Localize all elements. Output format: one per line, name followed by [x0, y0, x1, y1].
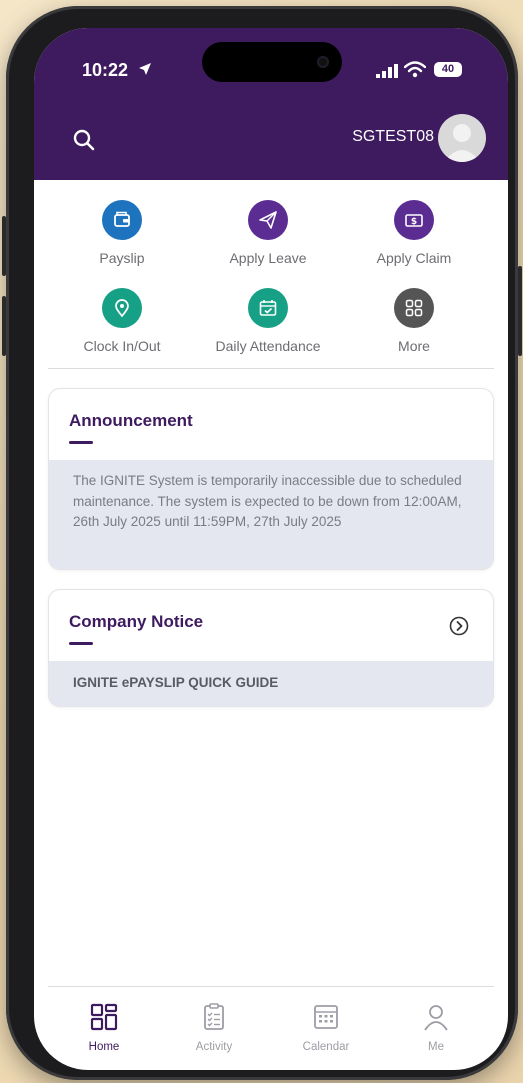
- tab-label: Me: [428, 1041, 444, 1053]
- announcement-body: The IGNITE System is temporarily inacces…: [49, 460, 493, 569]
- quick-action-label: More: [398, 338, 430, 354]
- svg-text:$: $: [411, 217, 417, 227]
- calendar-icon: [314, 1005, 338, 1029]
- location-arrow-icon: [139, 63, 151, 75]
- company-notice-card: Company Notice IGNITE ePAYSLIP QUICK GUI…: [48, 589, 494, 707]
- tab-calendar[interactable]: Calendar: [286, 1002, 366, 1053]
- quick-action-label: Payslip: [99, 250, 145, 266]
- quick-action-label: Clock In/Out: [83, 338, 161, 354]
- quick-action-daily-attendance[interactable]: Daily Attendance: [198, 288, 338, 354]
- tab-label: Calendar: [302, 1041, 350, 1053]
- camera-icon: [317, 56, 329, 68]
- chevron-right-circle-icon[interactable]: [449, 616, 469, 636]
- section-divider: [48, 368, 494, 369]
- money-icon: $: [394, 200, 434, 240]
- avatar[interactable]: [438, 114, 486, 162]
- company-notice-list: IGNITE ePAYSLIP QUICK GUIDE: [49, 661, 493, 706]
- volume-up-button: [2, 216, 6, 276]
- quick-action-more[interactable]: More: [344, 288, 484, 354]
- search-icon[interactable]: [72, 128, 96, 152]
- location-pin-icon: [102, 288, 142, 328]
- power-button: [518, 266, 522, 356]
- clipboard-icon: [204, 1003, 224, 1030]
- signal-icon: [376, 64, 398, 78]
- title-underline: [69, 441, 93, 444]
- status-time: 10:22: [82, 60, 129, 80]
- quick-action-apply-claim[interactable]: $ Apply Claim: [344, 200, 484, 266]
- announcement-title: Announcement: [69, 411, 193, 430]
- wifi-icon: [404, 61, 426, 78]
- tab-me[interactable]: Me: [396, 1002, 476, 1053]
- company-notice-title: Company Notice: [69, 612, 204, 631]
- username-label: SGTEST08: [352, 128, 434, 145]
- app-screen: 10:22 40 SGTEST08 Payslip Apply Leave $ …: [34, 28, 508, 1070]
- wallet-icon: [102, 200, 142, 240]
- home-grid-icon: [90, 1003, 118, 1031]
- calendar-check-icon: [248, 288, 288, 328]
- announcement-text: The IGNITE System is temporarily inacces…: [73, 473, 462, 529]
- dynamic-island: [202, 42, 342, 82]
- volume-down-button: [2, 296, 6, 356]
- tab-label: Home: [88, 1041, 120, 1053]
- quick-action-payslip[interactable]: Payslip: [52, 200, 192, 266]
- person-icon: [424, 1005, 448, 1031]
- app-header: 10:22 40 SGTEST08: [34, 28, 508, 180]
- grid-icon: [394, 288, 434, 328]
- tab-activity[interactable]: Activity: [174, 1002, 254, 1053]
- quick-action-label: Apply Claim: [376, 250, 452, 266]
- title-underline: [69, 642, 93, 645]
- phone-frame: 10:22 40 SGTEST08 Payslip Apply Leave $ …: [2, 6, 522, 1080]
- paper-plane-icon: [248, 200, 288, 240]
- person-silhouette-icon: [444, 124, 480, 162]
- quick-action-label: Daily Attendance: [215, 338, 321, 354]
- announcement-card: Announcement The IGNITE System is tempor…: [48, 388, 494, 570]
- tab-bar-divider: [48, 986, 494, 987]
- quick-action-apply-leave[interactable]: Apply Leave: [198, 200, 338, 266]
- tab-label: Activity: [195, 1041, 233, 1053]
- battery-indicator: 40: [434, 62, 462, 77]
- quick-action-clock-in-out[interactable]: Clock In/Out: [52, 288, 192, 354]
- quick-action-label: Apply Leave: [229, 250, 307, 266]
- tab-home[interactable]: Home: [64, 1002, 144, 1053]
- company-notice-item[interactable]: IGNITE ePAYSLIP QUICK GUIDE: [49, 661, 493, 705]
